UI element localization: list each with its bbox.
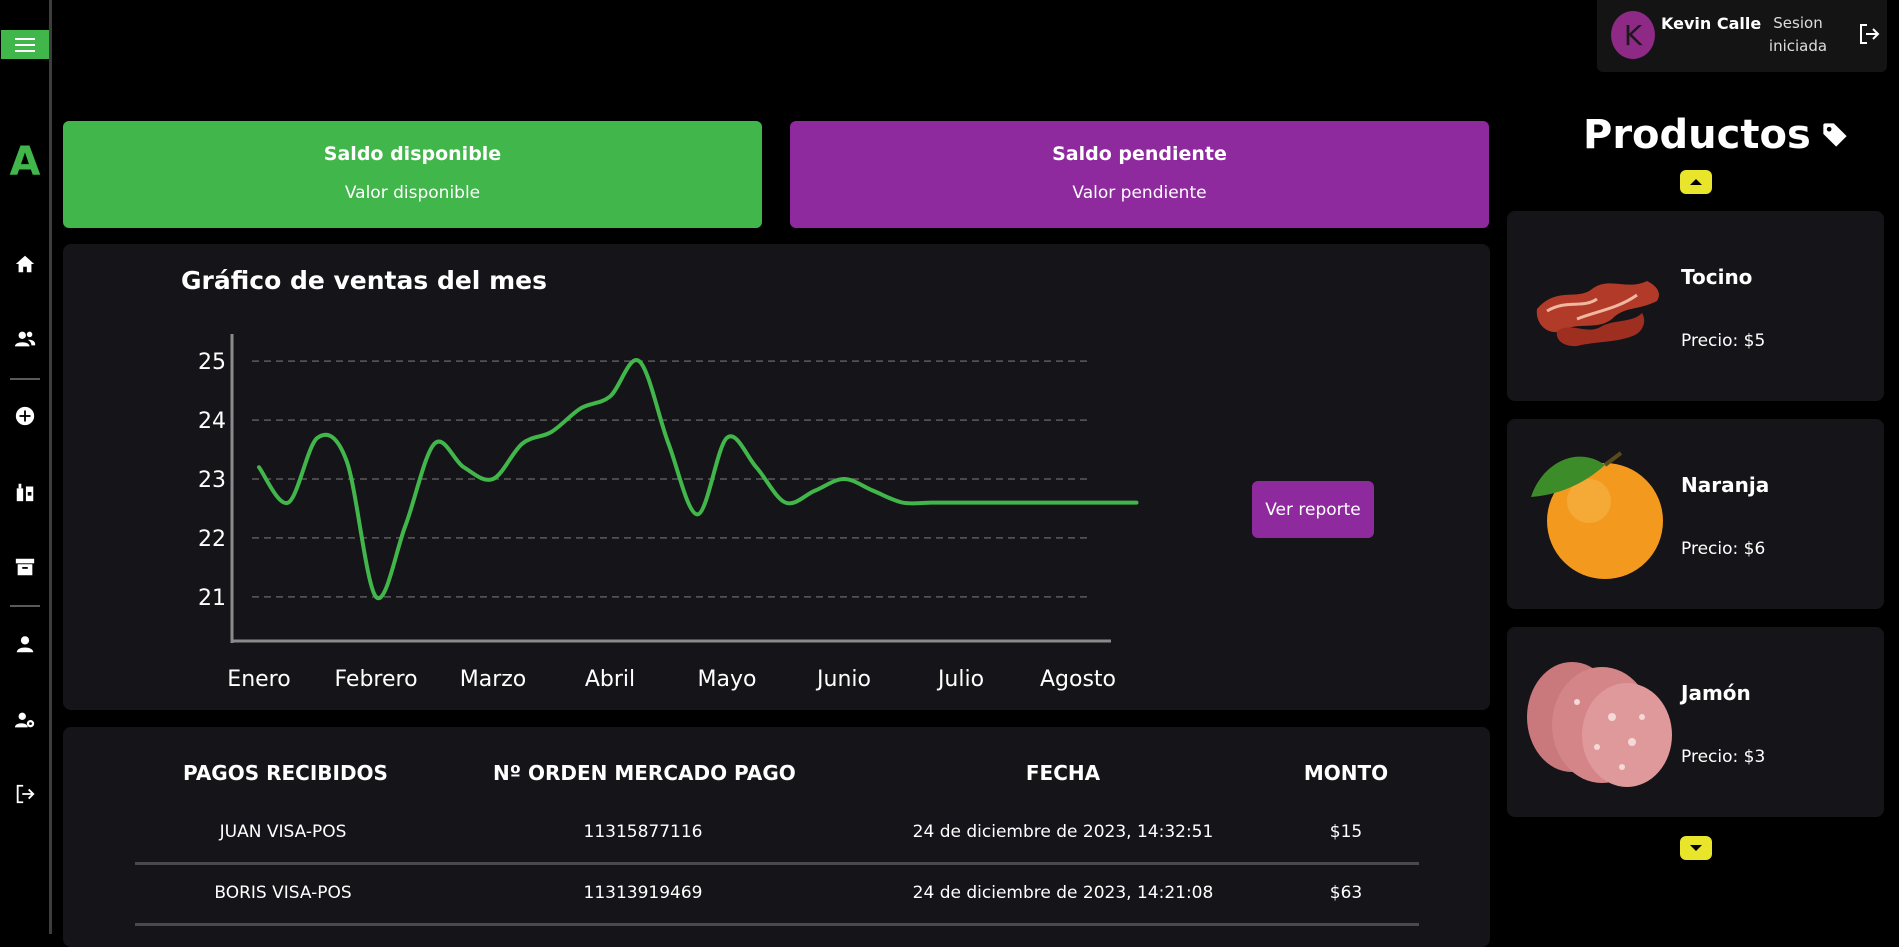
column-header-payments: PAGOS RECIBIDOS (183, 761, 388, 785)
bacon-image (1536, 281, 1659, 347)
pending-balance-card: Saldo pendiente Valor pendiente (790, 121, 1489, 228)
table-cell-payment: BORIS VISA-POS (214, 883, 352, 903)
table-cell-order: 11313919469 (583, 883, 703, 903)
column-header-amount: MONTO (1303, 761, 1389, 785)
users-icon[interactable] (10, 324, 40, 354)
products-title: Productos (1583, 112, 1849, 158)
app-logo: A (9, 139, 41, 185)
table-cell-payment: JUAN VISA-POS (219, 822, 347, 842)
sales-chart-panel: 21 22 23 24 25 Enero Febrero Marzo Abril Mayo Juni… (63, 244, 1490, 710)
table-cell-amount: $15 (1329, 822, 1363, 842)
user-session-panel: K Kevin Calle Sesion iniciada (1597, 0, 1887, 72)
product-name: Tocino (1681, 265, 1753, 289)
row-divider (135, 923, 1419, 926)
product-card-tocino[interactable]: Tocino Precio: $5 (1507, 211, 1884, 401)
x-tick-label: Mayo (698, 667, 757, 692)
sidebar-divider (10, 378, 40, 380)
products-scroll-up-button[interactable] (1680, 170, 1712, 194)
inventory-icon[interactable] (10, 477, 40, 507)
table-cell-date: 24 de diciembre de 2023, 14:32:51 (912, 822, 1214, 842)
sales-line-chart: 21 22 23 24 25 Enero Febrero Marzo Abril Mayo Juni… (198, 334, 1139, 692)
table-cell-amount: $63 (1329, 883, 1363, 903)
logout-icon (1860, 24, 1880, 44)
y-tick-label: 23 (198, 468, 226, 493)
x-tick-label: Julio (936, 667, 984, 692)
product-name: Jamón (1681, 681, 1751, 705)
product-card-naranja[interactable]: Naranja Precio: $6 (1507, 419, 1884, 609)
chevron-down-icon (1690, 845, 1702, 851)
menu-icon (15, 37, 35, 52)
logout-icon[interactable] (10, 779, 40, 809)
add-circle-icon[interactable] (10, 401, 40, 431)
session-status: Sesion iniciada (1768, 14, 1828, 55)
x-tick-label: Febrero (334, 667, 417, 692)
table-cell-order: 11315877116 (583, 822, 703, 842)
y-tick-label: 24 (198, 409, 226, 434)
tag-icon (1823, 123, 1847, 147)
row-divider (135, 862, 1419, 865)
product-card-jamon[interactable]: Jamón Precio: $3 (1507, 627, 1884, 817)
product-price: Precio: $3 (1681, 747, 1766, 767)
orange-image (1531, 451, 1663, 579)
pending-balance-value: Valor pendiente (1072, 183, 1207, 203)
column-header-date: FECHA (1025, 761, 1101, 785)
sidebar: A (0, 0, 50, 934)
available-balance-card: Saldo disponible Valor disponible (63, 121, 762, 228)
chart-title: Gráfico de ventas del mes (181, 266, 547, 295)
product-price: Precio: $6 (1681, 539, 1766, 559)
x-tick-label: Junio (815, 667, 871, 692)
ham-image (1527, 662, 1672, 787)
user-name: Kevin Calle (1661, 14, 1762, 33)
products-scroll-down-button[interactable] (1680, 836, 1712, 860)
x-tick-label: Agosto (1040, 667, 1116, 692)
available-balance-value: Valor disponible (344, 183, 481, 203)
sidebar-border (49, 0, 52, 934)
available-balance-title: Saldo disponible (323, 143, 502, 165)
person-icon[interactable] (10, 629, 40, 659)
table-cell-date: 24 de diciembre de 2023, 14:21:08 (912, 883, 1214, 903)
x-tick-label: Abril (585, 667, 635, 692)
product-name: Naranja (1681, 473, 1770, 497)
x-tick-label: Marzo (460, 667, 527, 692)
view-report-button[interactable]: Ver reporte (1252, 481, 1374, 538)
pending-balance-title: Saldo pendiente (1052, 143, 1227, 165)
logout-button[interactable] (1857, 22, 1881, 46)
home-icon[interactable] (10, 249, 40, 279)
user-settings-icon[interactable] (10, 705, 40, 735)
menu-button[interactable] (1, 30, 49, 59)
products-title-text: Productos (1583, 112, 1811, 158)
column-header-order: Nº ORDEN MERCADO PAGO (493, 761, 796, 785)
y-tick-label: 21 (198, 586, 226, 611)
avatar: K (1611, 11, 1655, 59)
payments-table-panel: PAGOS RECIBIDOS Nº ORDEN MERCADO PAGO FE… (63, 727, 1490, 947)
x-tick-label: Enero (227, 667, 290, 692)
archive-icon[interactable] (10, 552, 40, 582)
y-tick-label: 22 (198, 527, 226, 552)
product-price: Precio: $5 (1681, 331, 1766, 351)
chevron-up-icon (1690, 179, 1702, 185)
sidebar-divider (10, 605, 40, 607)
y-tick-label: 25 (198, 350, 226, 375)
